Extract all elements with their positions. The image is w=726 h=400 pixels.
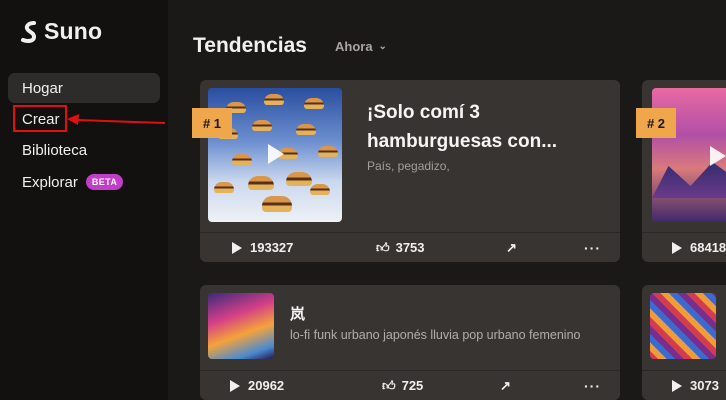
play-button[interactable]: 3073 xyxy=(672,378,719,393)
play-icon[interactable] xyxy=(710,146,726,166)
like-count: 725 xyxy=(401,378,424,393)
song-tags: País, pegadizo, xyxy=(367,159,450,173)
song-cover-image[interactable] xyxy=(650,293,716,359)
main-content: Tendencias Ahora ⌄ # 1 ¡Solo comí 3 hamb… xyxy=(168,0,726,400)
share-icon[interactable]: ↗ xyxy=(500,378,511,394)
song-card[interactable]: # 2 68418 xyxy=(636,80,726,262)
song-card[interactable]: 3073 xyxy=(642,285,726,400)
more-icon[interactable]: ··· xyxy=(584,378,601,394)
song-card[interactable]: 岚 lo-fi funk urbano japonés lluvia pop u… xyxy=(200,285,620,400)
song-title[interactable]: 岚 xyxy=(290,303,305,324)
rank-badge: # 2 xyxy=(636,108,676,138)
play-count: 3073 xyxy=(690,378,719,393)
play-count: 193327 xyxy=(250,240,294,255)
app-name: Suno xyxy=(44,18,103,44)
more-icon[interactable]: ··· xyxy=(584,240,601,256)
annotation-highlight-box xyxy=(13,105,67,132)
play-button[interactable]: 193327 xyxy=(232,240,293,255)
song-title[interactable]: ¡Solo comí 3 hamburguesas con... xyxy=(367,98,597,156)
play-icon xyxy=(230,379,240,392)
play-count: 68418 xyxy=(690,240,726,255)
sidebar-item-biblioteca[interactable]: Biblioteca xyxy=(8,135,160,165)
beta-badge: BETA xyxy=(85,174,124,190)
share-icon[interactable]: ↗ xyxy=(506,240,517,256)
suno-logo[interactable]: Suno xyxy=(20,18,102,45)
sidebar-item-explorar[interactable]: Explorar BETA xyxy=(8,167,160,197)
sidebar-item-hogar[interactable]: Hogar xyxy=(8,73,160,103)
time-filter-dropdown[interactable]: Ahora ⌄ xyxy=(335,39,387,54)
sidebar-item-label: Explorar xyxy=(22,173,78,191)
song-stats-bar: 3073 xyxy=(642,370,726,400)
song-card[interactable]: # 1 ¡Solo comí 3 hamburguesas con... Paí… xyxy=(192,80,620,262)
play-icon[interactable] xyxy=(268,144,284,164)
sidebar-item-label: Biblioteca xyxy=(22,141,88,159)
song-description: lo-fi funk urbano japonés lluvia pop urb… xyxy=(290,328,581,342)
sidebar: Suno Hogar Crear Biblioteca Explorar BET… xyxy=(0,0,168,400)
song-cover-image[interactable] xyxy=(208,293,274,359)
like-count: 3753 xyxy=(395,240,425,255)
time-filter-label: Ahora xyxy=(334,38,373,54)
song-stats-bar: 193327 👍︎ 3753 ↗ ··· xyxy=(200,232,620,262)
rank-badge: # 1 xyxy=(192,108,232,138)
thumbs-up-icon: 👍︎ xyxy=(376,239,390,255)
like-button[interactable]: 👍︎ 725 xyxy=(382,378,423,394)
sidebar-item-label: Hogar xyxy=(22,79,63,97)
play-button[interactable]: 68418 xyxy=(672,240,726,255)
chevron-down-icon: ⌄ xyxy=(378,40,387,52)
like-button[interactable]: 👍︎ 3753 xyxy=(376,240,425,256)
thumbs-up-icon: 👍︎ xyxy=(382,377,396,393)
song-stats-bar: 20962 👍︎ 725 ↗ ··· xyxy=(200,370,620,400)
annotation-arrow-icon xyxy=(67,114,166,125)
page-title: Tendencias xyxy=(193,34,307,57)
play-icon xyxy=(672,379,682,392)
play-count: 20962 xyxy=(248,378,285,393)
play-icon xyxy=(232,241,242,254)
play-button[interactable]: 20962 xyxy=(230,378,284,393)
play-icon xyxy=(672,241,682,254)
suno-logo-icon xyxy=(21,20,37,43)
section-header: Tendencias Ahora ⌄ xyxy=(193,34,387,58)
song-stats-bar: 68418 xyxy=(642,232,726,262)
